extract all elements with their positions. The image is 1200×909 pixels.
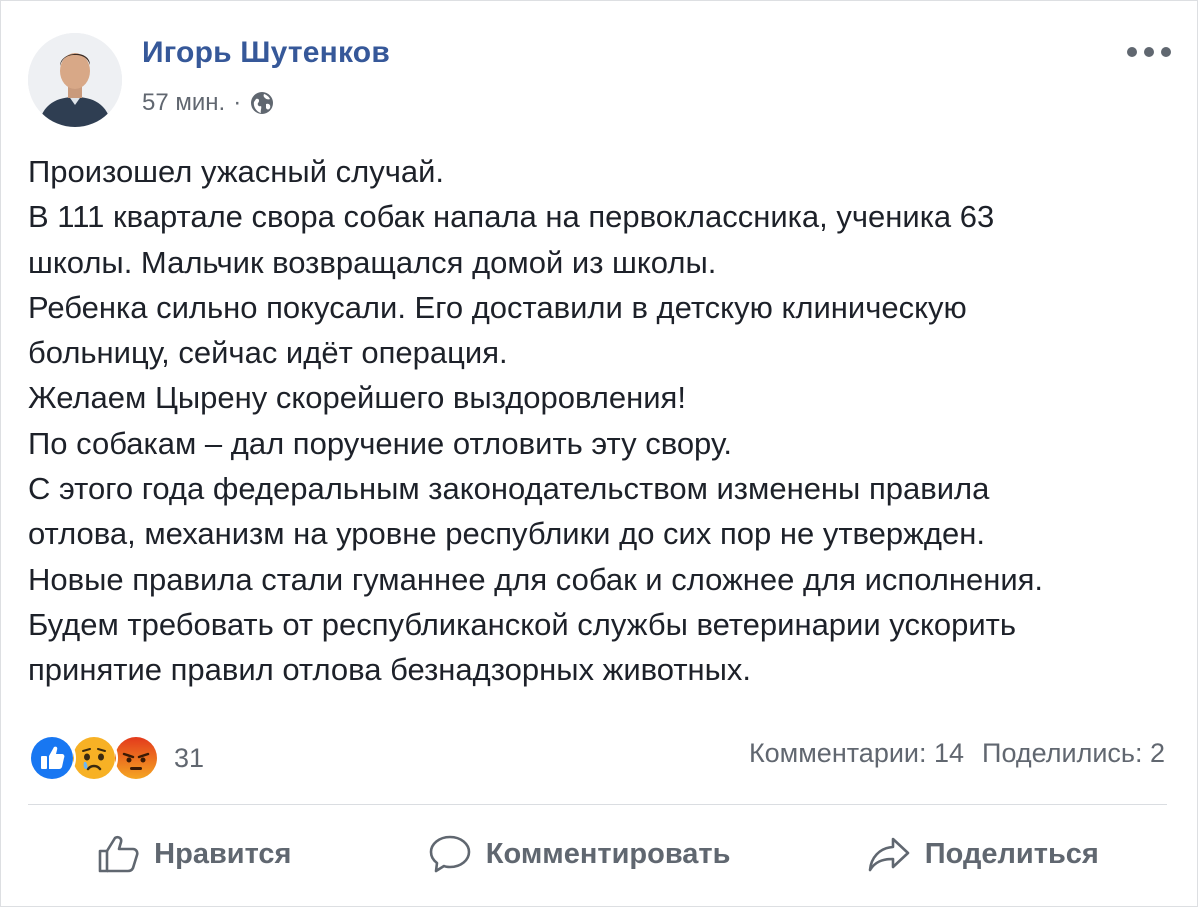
post-timestamp[interactable]: 57 мин. xyxy=(142,89,225,117)
globe-icon[interactable] xyxy=(249,90,275,116)
post-line: Будем требовать от республиканской служб… xyxy=(28,606,1017,642)
post-body: Произошел ужасный случай. В 111 квартале… xyxy=(28,149,1178,693)
post-line: отлова, механизм на уровне республики до… xyxy=(28,516,985,552)
share-icon xyxy=(867,834,911,874)
shares-count[interactable]: Поделились: 2 xyxy=(982,738,1165,769)
like-icon[interactable] xyxy=(28,734,76,782)
post-line: С этого года федеральным законодательств… xyxy=(28,471,990,507)
avatar[interactable] xyxy=(28,33,122,127)
post-line: Ребенка сильно покусали. Его доставили в… xyxy=(28,289,967,325)
angry-icon[interactable] xyxy=(112,734,160,782)
post-line: Желаем Цырену скорейшего выздоровления! xyxy=(28,380,686,416)
post-line: В 111 квартале свора собак напала на пер… xyxy=(28,199,995,235)
share-label: Поделиться xyxy=(924,837,1099,870)
like-button[interactable]: Нравится xyxy=(76,828,311,880)
post-line: Новые правила стали гуманнее для собак и… xyxy=(28,561,1044,597)
thumbs-up-icon xyxy=(96,834,140,874)
divider xyxy=(28,804,1167,805)
post-meta: 57 мин. · xyxy=(142,89,275,117)
more-dot xyxy=(1144,47,1154,57)
post-line: школы. Мальчик возвращался домой из школ… xyxy=(28,244,717,280)
post-line: больницу, сейчас идёт операция. xyxy=(28,335,508,371)
post-line: По собакам – дал поручение отловить эту … xyxy=(28,425,732,461)
reactions-count[interactable]: 31 xyxy=(174,743,204,774)
reactions-summary[interactable]: 31 xyxy=(28,734,204,782)
post-line: Произошел ужасный случай. xyxy=(28,154,445,189)
comments-count[interactable]: Комментарии: 14 xyxy=(749,738,964,769)
share-button[interactable]: Поделиться xyxy=(847,828,1119,880)
comment-button[interactable]: Комментировать xyxy=(408,828,751,880)
more-dot xyxy=(1161,47,1171,57)
meta-separator: · xyxy=(233,89,242,116)
like-label: Нравится xyxy=(154,837,292,870)
more-options-icon[interactable] xyxy=(1127,37,1171,67)
more-dot xyxy=(1127,47,1137,57)
engagement-counts: Комментарии: 14 Поделились: 2 xyxy=(749,738,1165,769)
post-card: Игорь Шутенков 57 мин. · Произошел ужасн… xyxy=(0,0,1198,907)
sad-icon[interactable] xyxy=(70,734,118,782)
post-line: принятие правил отлова безнадзорных живо… xyxy=(28,652,752,688)
comment-label: Комментировать xyxy=(485,837,731,870)
comment-icon xyxy=(428,834,472,874)
action-bar: Нравится Комментировать Поделиться xyxy=(28,821,1167,887)
author-name[interactable]: Игорь Шутенков xyxy=(142,36,390,70)
